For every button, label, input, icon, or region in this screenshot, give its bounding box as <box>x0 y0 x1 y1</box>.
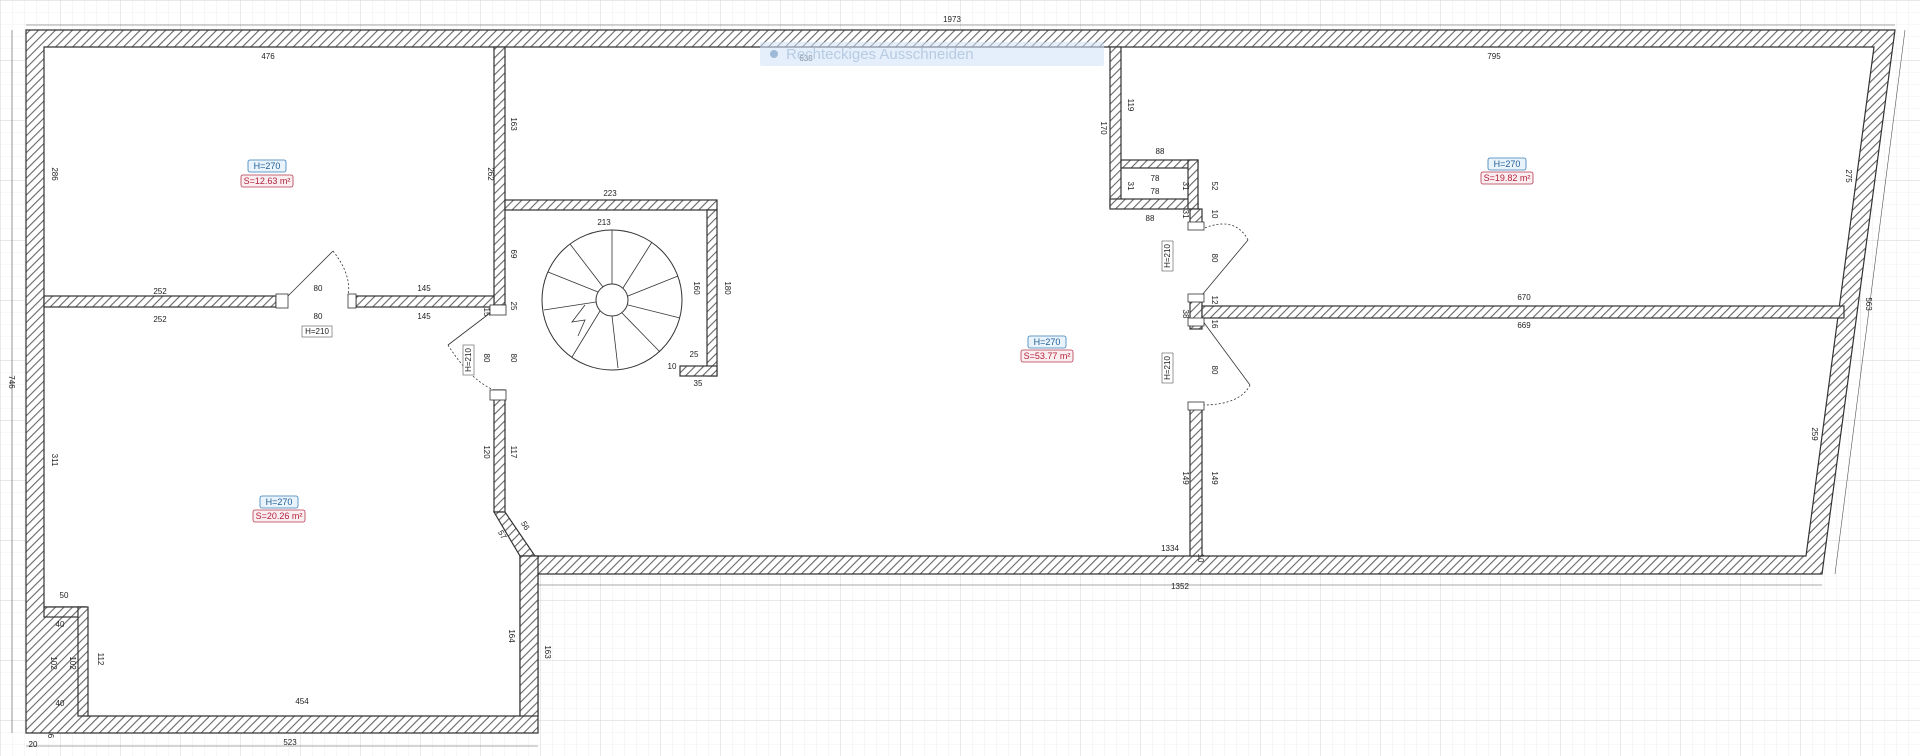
wall-left-rooms-a <box>43 295 277 308</box>
dim-right-275: 275 <box>1844 169 1853 183</box>
dim-right-top-width: 795 <box>1487 52 1501 61</box>
dim-d-120: 120 <box>482 445 491 459</box>
dim-bottom-523: 523 <box>283 738 297 747</box>
floor-plan[interactable]: 1973 476 6 38 795 286 163 262 223 213 160… <box>0 0 1920 756</box>
dim-total-width: 1973 <box>943 15 961 24</box>
door-height-label: H=210 <box>1163 244 1172 268</box>
dim-stair-wall-top: 223 <box>603 189 617 198</box>
wall-right-rooms <box>1201 305 1845 319</box>
tooltip-rectangular-cut: Rechteckiges Ausschneiden <box>760 42 1104 66</box>
dim-left-80b: 80 <box>314 312 323 321</box>
room-area: S=20.26 m² <box>256 511 303 521</box>
dim-d-80a: 80 <box>482 354 491 363</box>
door-height-label: H=210 <box>1163 356 1172 380</box>
dim-right-259: 259 <box>1810 427 1819 441</box>
room-height: H=270 <box>254 161 281 171</box>
dim-closet-top: 88 <box>1156 147 1165 156</box>
dim-r-12: 12 <box>1210 296 1219 305</box>
dim-d-69: 69 <box>509 250 518 259</box>
dim-bottom-163: 163 <box>543 645 552 659</box>
wall-closet-top <box>1120 159 1199 169</box>
dim-r-80a: 80 <box>1210 254 1219 263</box>
dim-closet-31b: 31 <box>1181 182 1190 191</box>
dim-right-563: 563 <box>1864 297 1873 311</box>
wall-closet-left <box>1109 46 1122 208</box>
tool-icon <box>770 50 778 58</box>
dim-outer-1352: 1352 <box>1171 582 1189 591</box>
dim-closet-78b: 78 <box>1151 187 1160 196</box>
dim-left-top-room-width: 476 <box>261 52 275 61</box>
wall-stair-bottom <box>679 365 718 377</box>
dim-r-80b: 80 <box>1210 366 1219 375</box>
dim-d-15: 15 <box>482 308 491 317</box>
door-height-label: H=210 <box>464 348 473 372</box>
dim-d-80b: 80 <box>509 354 518 363</box>
dim-left-311: 311 <box>50 454 59 467</box>
dim-d-25: 25 <box>509 302 518 311</box>
dim-left-145a: 145 <box>417 284 431 293</box>
wall-left-middle-lower <box>493 389 506 513</box>
dim-closet-left: 170 <box>1099 121 1108 135</box>
dim-mid-left-wall: 262 <box>486 167 495 181</box>
room-height: H=270 <box>1494 159 1521 169</box>
dim-left-145b: 145 <box>417 312 431 321</box>
dim-stair-25: 25 <box>690 350 699 359</box>
dim-closet-78a: 78 <box>1151 174 1160 183</box>
dim-inner-10: 10 <box>1196 554 1205 563</box>
dim-r-31: 31 <box>1181 210 1190 219</box>
dim-bottom-454: 454 <box>295 697 309 706</box>
wall-small-closet-right <box>77 606 89 717</box>
dim-left-top-height: 286 <box>50 167 59 181</box>
wall-right-v3 <box>1189 404 1203 557</box>
dim-closet-bottom: 88 <box>1146 214 1155 223</box>
dim-mid-left-upper: 163 <box>509 117 518 131</box>
room-height: H=270 <box>266 497 293 507</box>
dim-r-38: 38 <box>1181 310 1190 319</box>
dim-left-50: 50 <box>60 591 69 600</box>
room-area: S=19.82 m² <box>1484 173 1531 183</box>
dim-left-102b: 102 <box>68 656 77 670</box>
dim-left-102a: 102 <box>49 656 58 670</box>
wall-left-bottom-right <box>519 555 539 717</box>
dim-left-252b: 252 <box>153 315 167 324</box>
room-area: S=53.77 m² <box>1024 351 1071 361</box>
tooltip-label: Rechteckiges Ausschneiden <box>786 45 974 63</box>
dim-closet-119: 119 <box>1126 99 1135 112</box>
dim-left-112: 112 <box>96 653 105 666</box>
dim-bottom-6: 6 <box>46 734 55 739</box>
dim-r-669: 669 <box>1517 321 1531 330</box>
dim-closet-31a: 31 <box>1126 182 1135 191</box>
door-height-label: H=210 <box>305 327 329 336</box>
room-area: S=12.63 m² <box>244 176 291 186</box>
dim-r-149a: 149 <box>1181 471 1190 485</box>
wall-stair-top <box>504 199 718 211</box>
dim-stair-10: 10 <box>668 362 677 371</box>
dim-r-149b: 149 <box>1210 471 1219 485</box>
dim-left-40b: 40 <box>56 699 65 708</box>
dim-stair-h2: 180 <box>723 281 732 295</box>
dim-d-117: 117 <box>509 446 518 459</box>
dim-total-height: 746 <box>7 375 16 389</box>
dim-stair-35: 35 <box>694 379 703 388</box>
dim-left-40a: 40 <box>56 620 65 629</box>
wall-left-rooms-b <box>355 295 495 308</box>
dim-stair-h1: 160 <box>692 281 701 295</box>
spiral-stair[interactable] <box>541 229 683 371</box>
room-height: H=270 <box>1034 337 1061 347</box>
dim-r-10: 10 <box>1210 210 1219 219</box>
dim-bottom-164: 164 <box>507 629 516 643</box>
wall-closet-bottom <box>1109 198 1199 210</box>
wall-stair-right <box>706 209 718 377</box>
dim-r-16: 16 <box>1210 320 1219 329</box>
dim-left-80a: 80 <box>314 284 323 293</box>
dim-stair-dia: 213 <box>597 218 611 227</box>
dim-left-252a: 252 <box>153 287 167 296</box>
dim-closet-52: 52 <box>1210 182 1219 191</box>
dim-bottom-20: 20 <box>29 740 38 749</box>
dim-r-670: 670 <box>1517 293 1531 302</box>
dim-inner-1334: 1334 <box>1161 544 1179 553</box>
